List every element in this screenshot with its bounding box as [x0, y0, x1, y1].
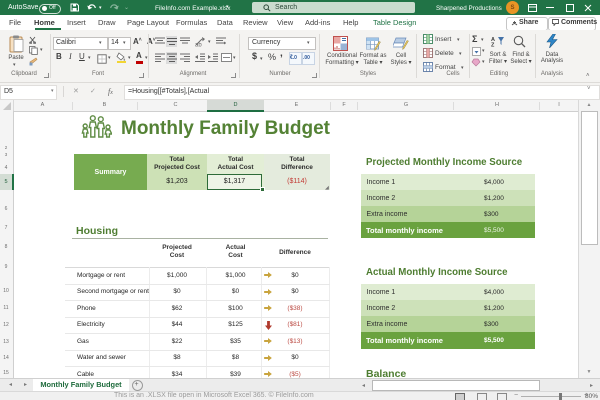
svg-text:Z: Z	[491, 43, 495, 48]
svg-text:ab: ab	[195, 43, 202, 48]
